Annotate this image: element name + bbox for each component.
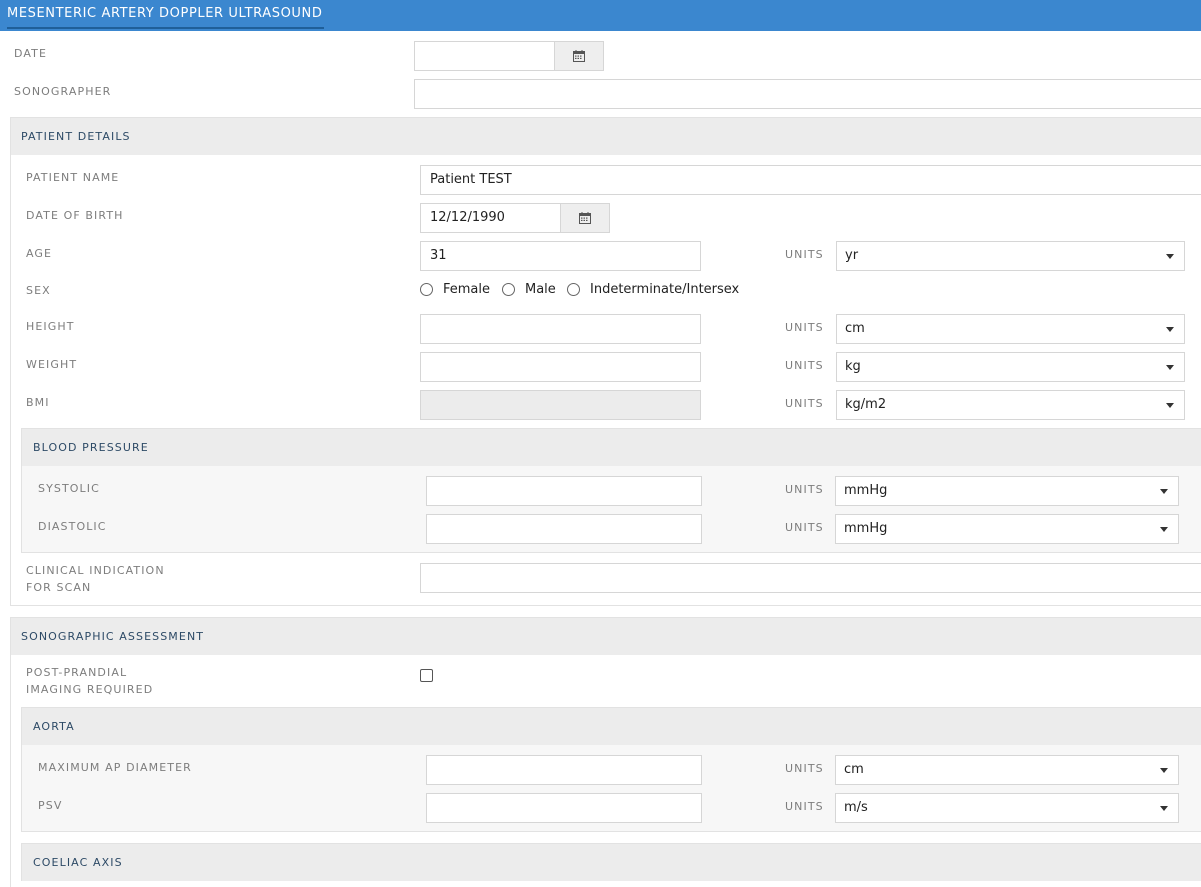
weight-units-select[interactable]: kg: [836, 352, 1185, 382]
weight-label: WEIGHT: [26, 358, 78, 371]
sex-female-label[interactable]: Female: [443, 282, 490, 297]
diastolic-units-label: UNITS: [785, 521, 824, 534]
diastolic-units-value: mmHg: [844, 521, 888, 536]
caret-down-icon: [1166, 327, 1174, 332]
bmi-units-select[interactable]: kg/m2: [836, 390, 1185, 420]
height-units-label: UNITS: [785, 321, 824, 334]
bmi-label: BMI: [26, 396, 50, 409]
age-units-value: yr: [845, 248, 859, 263]
systolic-units-select[interactable]: mmHg: [835, 476, 1179, 506]
sonographer-label: SONOGRAPHER: [14, 85, 112, 98]
date-of-birth-input[interactable]: 12/12/1990: [420, 203, 561, 233]
aorta-title: AORTA: [33, 720, 75, 733]
date-label: DATE: [14, 47, 48, 60]
max-ap-units-label: UNITS: [785, 762, 824, 775]
weight-units-label: UNITS: [785, 359, 824, 372]
caret-down-icon: [1160, 527, 1168, 532]
psv-units-select[interactable]: m/s: [835, 793, 1179, 823]
bmi-units-value: kg/m2: [845, 397, 887, 412]
clinical-indication-label-line1: CLINICAL INDICATION: [26, 564, 165, 577]
psv-label: PSV: [38, 799, 63, 812]
caret-down-icon: [1160, 489, 1168, 494]
caret-down-icon: [1160, 806, 1168, 811]
age-label: AGE: [26, 247, 53, 260]
sonographer-input[interactable]: [414, 79, 1201, 109]
max-ap-units-value: cm: [844, 762, 864, 777]
clinical-indication-label-line2: FOR SCAN: [26, 581, 92, 594]
bmi-units-label: UNITS: [785, 397, 824, 410]
form-title: MESENTERIC ARTERY DOPPLER ULTRASOUND: [7, 0, 325, 29]
patient-name-label: PATIENT NAME: [26, 171, 120, 184]
psv-input[interactable]: [426, 793, 702, 823]
caret-down-icon: [1166, 254, 1174, 259]
height-input[interactable]: [420, 314, 701, 344]
systolic-units-label: UNITS: [785, 483, 824, 496]
blood-pressure-title: BLOOD PRESSURE: [33, 441, 149, 454]
systolic-label: SYSTOLIC: [38, 482, 100, 495]
height-units-select[interactable]: cm: [836, 314, 1185, 344]
sex-female-radio[interactable]: [420, 283, 433, 296]
psv-units-label: UNITS: [785, 800, 824, 813]
age-input[interactable]: 31: [420, 241, 701, 271]
height-label: HEIGHT: [26, 320, 75, 333]
blood-pressure-header: [22, 429, 1201, 466]
calendar-icon: [573, 50, 585, 62]
max-ap-diameter-input[interactable]: [426, 755, 702, 785]
post-prandial-label-line1: POST-PRANDIAL: [26, 666, 128, 679]
patient-details-title: PATIENT DETAILS: [21, 130, 131, 143]
age-units-label: UNITS: [785, 248, 824, 261]
coeliac-axis-title: COELIAC AXIS: [33, 856, 123, 869]
calendar-icon: [579, 212, 591, 224]
clinical-indication-input[interactable]: [420, 563, 1201, 593]
caret-down-icon: [1160, 768, 1168, 773]
systolic-units-value: mmHg: [844, 483, 888, 498]
sex-label: SEX: [26, 284, 51, 297]
diastolic-label: DIASTOLIC: [38, 520, 107, 533]
sonographic-assessment-title: SONOGRAPHIC ASSESSMENT: [21, 630, 205, 643]
date-calendar-button[interactable]: [554, 41, 604, 71]
dob-calendar-button[interactable]: [560, 203, 610, 233]
psv-units-value: m/s: [844, 800, 868, 815]
aorta-header: [22, 708, 1201, 745]
caret-down-icon: [1166, 403, 1174, 408]
sex-male-label[interactable]: Male: [525, 282, 556, 297]
height-units-value: cm: [845, 321, 865, 336]
weight-units-value: kg: [845, 359, 861, 374]
date-of-birth-label: DATE OF BIRTH: [26, 209, 124, 222]
sex-male-radio[interactable]: [502, 283, 515, 296]
sex-indeterminate-label[interactable]: Indeterminate/Intersex: [590, 282, 739, 297]
form-title-bar: MESENTERIC ARTERY DOPPLER ULTRASOUND: [0, 0, 1201, 31]
post-prandial-checkbox[interactable]: [420, 669, 433, 682]
weight-input[interactable]: [420, 352, 701, 382]
systolic-input[interactable]: [426, 476, 702, 506]
coeliac-axis-header: [22, 844, 1201, 881]
diastolic-units-select[interactable]: mmHg: [835, 514, 1179, 544]
patient-details-header: [11, 118, 1201, 155]
bmi-input: [420, 390, 701, 420]
caret-down-icon: [1166, 365, 1174, 370]
post-prandial-label-line2: IMAGING REQUIRED: [26, 683, 154, 696]
diastolic-input[interactable]: [426, 514, 702, 544]
max-ap-units-select[interactable]: cm: [835, 755, 1179, 785]
age-units-select[interactable]: yr: [836, 241, 1185, 271]
max-ap-diameter-label: MAXIMUM AP DIAMETER: [38, 761, 192, 774]
sex-indeterminate-radio[interactable]: [567, 283, 580, 296]
patient-name-input[interactable]: Patient TEST: [420, 165, 1201, 195]
date-input[interactable]: [414, 41, 555, 71]
